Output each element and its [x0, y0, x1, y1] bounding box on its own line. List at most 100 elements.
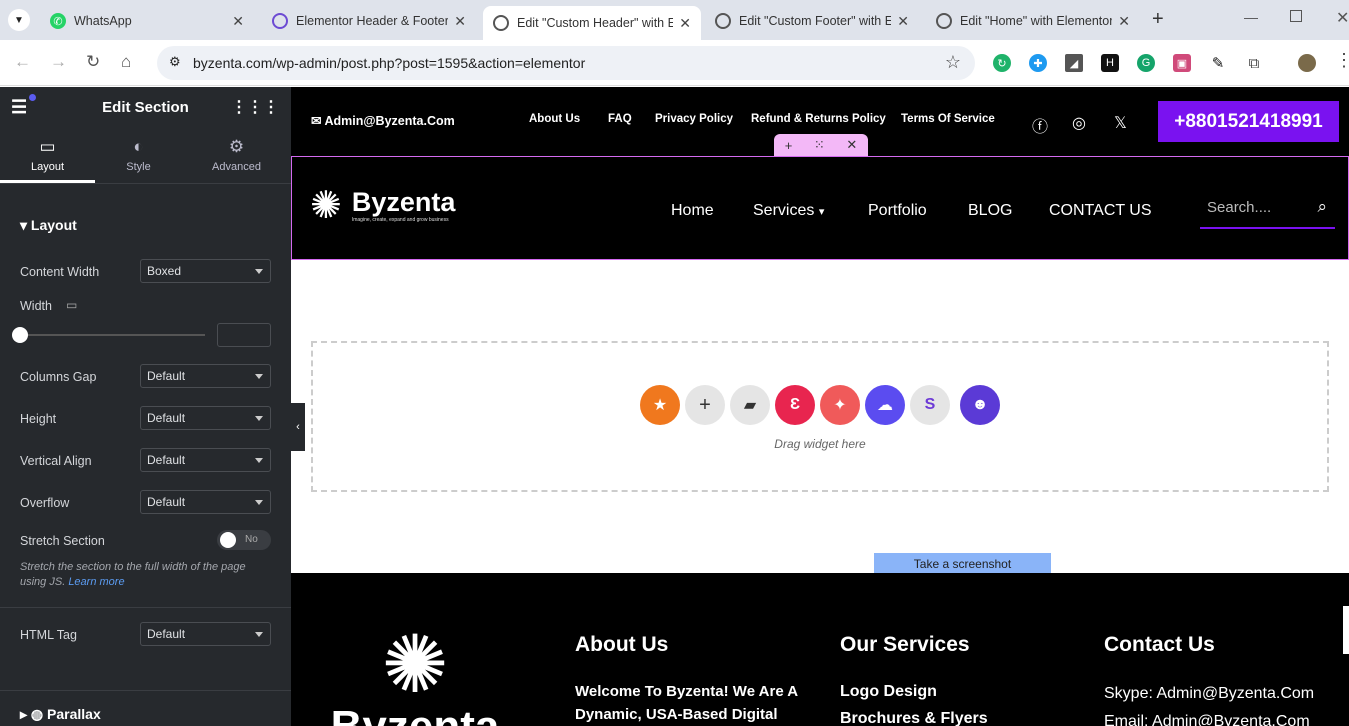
- addon-widget-icon[interactable]: ☁: [865, 385, 905, 425]
- eyedropper-icon[interactable]: ✎: [1209, 54, 1227, 72]
- side-widget-tab[interactable]: [1343, 606, 1349, 654]
- extension-icon[interactable]: ◢: [1065, 54, 1083, 72]
- bookmark-star-icon[interactable]: ☆: [945, 52, 961, 73]
- phone-button[interactable]: +8801521418991: [1158, 101, 1339, 142]
- nav-contact[interactable]: CONTACT US: [1049, 202, 1152, 220]
- select-value: Default: [147, 495, 186, 509]
- instagram-icon[interactable]: ◎: [1072, 113, 1086, 133]
- facebook-icon[interactable]: ⓕ: [1032, 113, 1048, 137]
- close-icon[interactable]: ✕: [897, 13, 909, 30]
- tab-home[interactable]: Edit "Home" with Elementor ✕: [926, 6, 1140, 36]
- site-info-icon[interactable]: ⚙: [169, 54, 181, 70]
- gear-icon: ⚙: [228, 137, 245, 156]
- top-link-privacy[interactable]: Privacy Policy: [655, 113, 733, 125]
- search-placeholder: Search....: [1207, 199, 1272, 216]
- hamburger-menu-icon[interactable]: ☰: [11, 97, 27, 118]
- extensions-puzzle-icon[interactable]: ⧉: [1245, 54, 1263, 72]
- footer-services-title: Our Services: [840, 633, 970, 656]
- restore-icon[interactable]: [1290, 10, 1302, 22]
- footer-email[interactable]: Email: Admin@Byzenta.Com: [1104, 713, 1310, 726]
- width-input[interactable]: [217, 323, 271, 347]
- extension-icon[interactable]: ↻: [993, 54, 1011, 72]
- section-toggle-layout[interactable]: ▾ Layout: [20, 217, 77, 234]
- footer-skype[interactable]: Skype: Admin@Byzenta.Com: [1104, 685, 1314, 703]
- close-icon[interactable]: ✕: [454, 13, 466, 30]
- tab-custom-footer[interactable]: Edit "Custom Footer" with El ✕: [705, 6, 919, 36]
- nav-portfolio[interactable]: Portfolio: [868, 202, 927, 220]
- footer-logo[interactable]: ✺ Byzenta: [320, 625, 510, 726]
- home-icon[interactable]: ⌂: [121, 52, 131, 72]
- menu-dots-icon[interactable]: ⋮: [1335, 50, 1349, 71]
- tab-custom-header[interactable]: Edit "Custom Header" with E ✕: [483, 6, 701, 40]
- elementskit-icon[interactable]: Ɛ: [775, 385, 815, 425]
- nav-services[interactable]: Services ▾: [753, 202, 824, 220]
- email-text: Admin@Byzenta.Com: [324, 114, 455, 128]
- add-widget-icon[interactable]: +: [685, 385, 725, 425]
- smiley-widget-icon[interactable]: ☻: [960, 385, 1000, 425]
- minimize-icon[interactable]: —: [1244, 9, 1258, 25]
- widgets-grid-icon[interactable]: ⋮⋮⋮: [231, 97, 279, 117]
- delete-section-icon[interactable]: ✕: [846, 137, 857, 153]
- section-handle[interactable]: + ⁙ ✕: [774, 134, 868, 156]
- extension-icon[interactable]: ✚: [1029, 54, 1047, 72]
- footer-service-link[interactable]: Brochures & Flyers: [840, 710, 988, 726]
- folder-template-icon[interactable]: ▰: [730, 385, 770, 425]
- vertical-align-select[interactable]: Default: [140, 448, 271, 472]
- tab-advanced[interactable]: ⚙ Advanced: [189, 127, 284, 183]
- close-icon[interactable]: ✕: [1118, 13, 1130, 30]
- tab-style[interactable]: ◐ Style: [91, 127, 186, 183]
- profile-avatar[interactable]: [1298, 54, 1316, 72]
- ai-sparkle-icon[interactable]: ✦: [820, 385, 860, 425]
- top-link-about[interactable]: About Us: [529, 113, 580, 125]
- footer-contact-title: Contact Us: [1104, 633, 1215, 656]
- new-tab-icon[interactable]: +: [1152, 8, 1164, 31]
- stretch-section-toggle[interactable]: No: [217, 530, 271, 550]
- height-label: Height: [20, 412, 57, 426]
- learn-more-link[interactable]: Learn more: [68, 576, 124, 588]
- x-twitter-icon[interactable]: 𝕏: [1114, 113, 1127, 133]
- take-screenshot-button[interactable]: Take a screenshot: [874, 553, 1051, 575]
- extension-icon[interactable]: H: [1101, 54, 1119, 72]
- back-icon[interactable]: ←: [14, 52, 31, 72]
- parallax-heading: Parallax: [47, 706, 101, 722]
- tab-whatsapp[interactable]: ✆ WhatsApp ✕: [40, 6, 254, 36]
- overflow-select[interactable]: Default: [140, 490, 271, 514]
- desktop-icon[interactable]: ▭: [66, 298, 77, 312]
- top-link-faq[interactable]: FAQ: [608, 113, 632, 125]
- drag-handle-icon[interactable]: ⁙: [814, 137, 825, 153]
- nav-blog[interactable]: BLOG: [968, 202, 1012, 220]
- columns-gap-select[interactable]: Default: [140, 364, 271, 388]
- close-icon[interactable]: ✕: [679, 15, 691, 32]
- star-widget-icon[interactable]: ★: [640, 385, 680, 425]
- content-width-select[interactable]: Boxed: [140, 259, 271, 283]
- search-icon[interactable]: ⌕: [1317, 197, 1327, 217]
- url-input[interactable]: ⚙ byzenta.com/wp-admin/post.php?post=159…: [157, 46, 975, 80]
- byzenta-logo[interactable]: ✺ Byzenta Imagine, create, expand and gr…: [310, 187, 455, 225]
- widget-drop-zone[interactable]: ★ + ▰ Ɛ ✦ ☁ S ☻ Drag widget here: [311, 341, 1329, 492]
- nav-home[interactable]: Home: [671, 202, 714, 220]
- close-icon[interactable]: ✕: [232, 13, 244, 30]
- add-section-icon[interactable]: +: [785, 138, 793, 153]
- top-link-refund[interactable]: Refund & Returns Policy: [751, 113, 886, 125]
- panel-collapse-button[interactable]: ‹: [291, 403, 305, 451]
- html-tag-select[interactable]: Default: [140, 622, 271, 646]
- reload-icon[interactable]: ↻: [86, 52, 100, 72]
- tab-layout[interactable]: ▭ Layout: [0, 127, 95, 183]
- tab-search-button[interactable]: ▼: [8, 9, 30, 31]
- footer-service-link[interactable]: Logo Design: [840, 683, 937, 701]
- tab-elementor-hf[interactable]: Elementor Header & Footer ✕: [262, 6, 476, 36]
- search-input[interactable]: Search.... ⌕: [1200, 188, 1335, 229]
- vertical-align-label: Vertical Align: [20, 454, 92, 468]
- email-link[interactable]: ✉ Admin@Byzenta.Com: [311, 113, 455, 128]
- extension-icon[interactable]: ▣: [1173, 54, 1191, 72]
- width-slider-track[interactable]: [20, 334, 205, 336]
- top-link-terms[interactable]: Terms Of Service: [901, 113, 995, 125]
- site-header: ✺ Byzenta Imagine, create, expand and gr…: [291, 156, 1349, 260]
- starter-templates-icon[interactable]: S: [910, 385, 950, 425]
- width-slider-handle[interactable]: [12, 327, 28, 343]
- height-select[interactable]: Default: [140, 406, 271, 430]
- grammarly-icon[interactable]: G: [1137, 54, 1155, 72]
- section-toggle-parallax[interactable]: ▸ ◍ Parallax: [20, 706, 101, 723]
- forward-icon[interactable]: →: [50, 52, 67, 72]
- close-window-icon[interactable]: ✕: [1336, 8, 1349, 28]
